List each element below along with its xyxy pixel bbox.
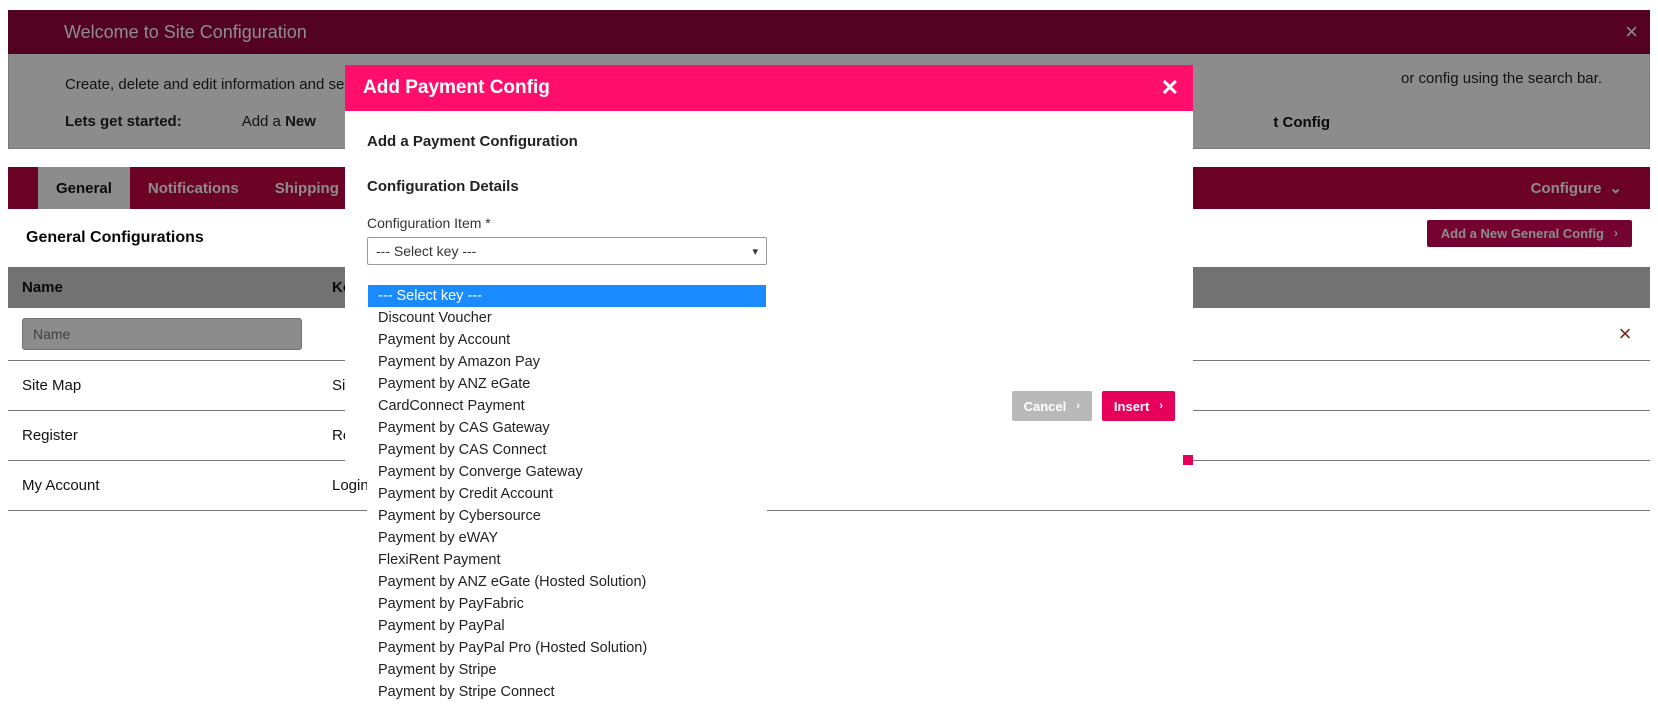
select-option[interactable]: FlexiRent Payment — [368, 549, 766, 571]
select-option[interactable]: Payment by eWAY — [368, 527, 766, 549]
select-option[interactable]: Payment by Cybersource — [368, 505, 766, 527]
modal-title: Add Payment Config — [363, 77, 550, 99]
select-current-value: --- Select key --- — [376, 243, 476, 259]
insert-button[interactable]: Insert › — [1102, 391, 1175, 421]
select-option[interactable]: CardConnect Payment — [368, 395, 766, 417]
config-item-select[interactable]: --- Select key --- ▾ — [367, 237, 767, 265]
modal-section-title: Configuration Details — [367, 178, 1171, 195]
select-option[interactable]: Payment by ANZ eGate — [368, 373, 766, 395]
select-option[interactable]: Payment by Stripe — [368, 659, 766, 681]
select-option[interactable]: Payment by PayPal — [368, 615, 766, 637]
select-option[interactable]: Payment by CAS Connect — [368, 439, 766, 461]
resize-handle-icon[interactable] — [1183, 455, 1193, 465]
chevron-right-icon: › — [1076, 400, 1080, 412]
chevron-right-icon: › — [1159, 400, 1163, 412]
modal-header: Add Payment Config ✕ — [345, 65, 1193, 111]
select-option[interactable]: Payment by Account — [368, 329, 766, 351]
select-option[interactable]: Payment by Stripe Connect — [368, 681, 766, 703]
cancel-label: Cancel — [1024, 399, 1067, 414]
select-option[interactable]: --- Select key --- — [368, 285, 766, 307]
select-option[interactable]: Payment by Converge Gateway — [368, 461, 766, 483]
modal-close-icon[interactable]: ✕ — [1161, 75, 1179, 101]
select-option[interactable]: Payment by CAS Gateway — [368, 417, 766, 439]
modal-heading: Add a Payment Configuration — [367, 133, 1171, 150]
cancel-button[interactable]: Cancel › — [1012, 391, 1092, 421]
select-option[interactable]: Payment by PayPal Pro (Hosted Solution) — [368, 637, 766, 659]
select-option[interactable]: Payment by Amazon Pay — [368, 351, 766, 373]
select-option[interactable]: Payment by ANZ eGate (Hosted Solution) — [368, 571, 766, 593]
chevron-down-icon: ▾ — [752, 245, 758, 258]
config-item-label: Configuration Item * — [367, 215, 1171, 231]
select-option[interactable]: Payment by PayFabric — [368, 593, 766, 615]
select-option[interactable]: Payment by Credit Account — [368, 483, 766, 505]
config-item-dropdown[interactable]: --- Select key ---Discount VoucherPaymen… — [367, 284, 767, 704]
insert-label: Insert — [1114, 399, 1149, 414]
select-option[interactable]: Discount Voucher — [368, 307, 766, 329]
